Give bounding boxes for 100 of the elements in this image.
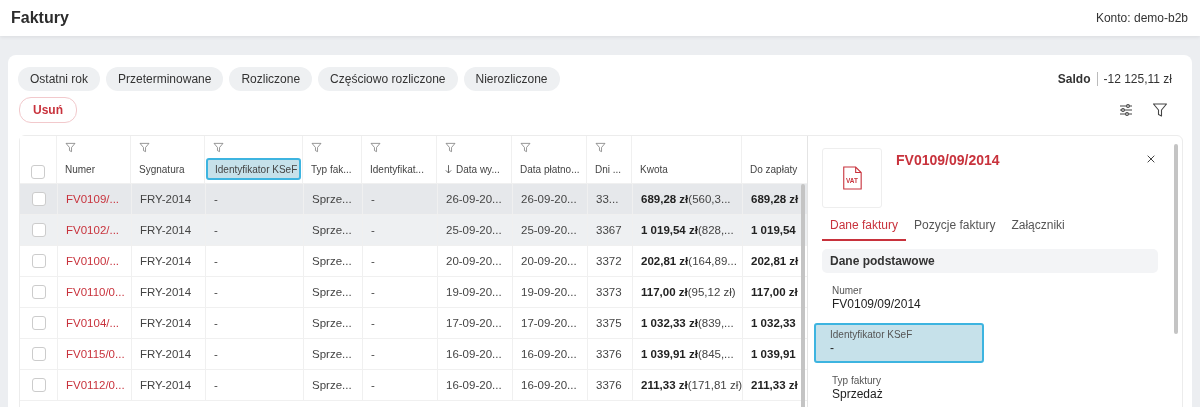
scrollbar[interactable] — [1174, 144, 1178, 334]
table-cell: - — [371, 224, 375, 236]
table-cell: 1 032,33 zł(839,... — [641, 317, 734, 329]
table-cell: 17-09-20... — [521, 317, 577, 329]
table-row[interactable]: FV0104/... FRY-2014 - Sprze... - 17-09-20... 17-09-20... 3375 1 032,33 zł(839,... 1 032,33 — [20, 308, 807, 339]
table-row[interactable]: FV0109/... FRY-2014 - Sprze... - 26-09-20... 26-09-20... 33... 689,28 zł(560,3... 689,28 zł — [20, 184, 807, 215]
table-cell[interactable]: FV0109/... — [66, 193, 120, 205]
table-cell: - — [371, 193, 375, 205]
table-cell: 1 019,54 — [751, 224, 796, 236]
table-cell: 3372 — [596, 255, 622, 267]
row-checkbox[interactable] — [31, 347, 46, 361]
table-cell: FRY-2014 — [140, 193, 192, 205]
table-cell: - — [214, 286, 218, 298]
table-cell: - — [371, 317, 375, 329]
table-cell: Sprze... — [312, 286, 352, 298]
table-cell: 25-09-20... — [521, 224, 577, 236]
filter-chip[interactable]: Częściowo rozliczone — [318, 67, 458, 91]
table-cell: Sprze... — [312, 379, 352, 391]
table-cell: Sprze... — [312, 255, 352, 267]
column-header[interactable]: Identyfikator KSeF — [206, 158, 301, 180]
column-header[interactable]: Dni ... — [587, 158, 631, 180]
settings-sliders-icon[interactable] — [1118, 102, 1134, 118]
table-cell: FRY-2014 — [140, 317, 192, 329]
table-cell: 1 019,54 zł(828,... — [641, 224, 734, 236]
table-cell: 211,33 zł — [751, 379, 798, 391]
sort-arrow-icon[interactable] — [445, 164, 452, 174]
tab[interactable]: Załączniki — [1003, 214, 1073, 241]
table-cell: - — [214, 348, 218, 360]
table-cell[interactable]: FV0110/0... — [66, 286, 125, 298]
table-cell: 3367 — [596, 224, 622, 236]
row-checkbox[interactable] — [31, 223, 46, 237]
table-cell: 26-09-20... — [521, 193, 577, 205]
table-cell: 16-09-20... — [446, 348, 502, 360]
table-cell: Sprze... — [312, 317, 352, 329]
table-cell: Sprze... — [312, 193, 352, 205]
tab[interactable]: Pozycje faktury — [906, 214, 1004, 241]
table-cell: 20-09-20... — [446, 255, 502, 267]
row-checkbox[interactable] — [31, 254, 46, 268]
table-cell: 33... — [596, 193, 619, 205]
balance-value: -12 125,11 zł — [1102, 72, 1172, 86]
page-title: Faktury — [11, 9, 69, 27]
table-cell: - — [371, 348, 375, 360]
table-cell: FRY-2014 — [140, 255, 192, 267]
table-cell: 26-09-20... — [446, 193, 502, 205]
filter-icon[interactable] — [1152, 102, 1168, 118]
account-label: Konto: demo-b2b — [1095, 11, 1188, 25]
table-cell: 3373 — [596, 286, 622, 298]
delete-button[interactable]: Usuń — [19, 97, 77, 123]
table-cell: - — [214, 255, 218, 267]
table-row[interactable]: FV0110/0... FRY-2014 - Sprze... - 19-09-20... 19-09-20... 3373 117,00 zł(95,12 zł) 117,00 zł — [20, 277, 807, 308]
column-header[interactable]: Do zapłaty — [742, 158, 807, 180]
table-cell: 202,81 zł(164,89... — [641, 255, 737, 267]
table-cell: - — [214, 224, 218, 236]
section-header: Dane podstawowe — [822, 249, 1158, 273]
column-header[interactable]: Data wy... — [437, 158, 511, 180]
column-header[interactable]: Numer — [57, 158, 130, 180]
table-cell[interactable]: FV0115/0... — [66, 348, 125, 360]
column-header[interactable]: Sygnatura — [131, 158, 204, 180]
filter-chip[interactable]: Rozliczone — [229, 67, 313, 91]
field-value: Sprzedaż — [832, 387, 884, 401]
table-cell: 3376 — [596, 348, 622, 360]
table-row[interactable]: FV0112/0... FRY-2014 - Sprze... - 16-09-20... 16-09-20... 3376 211,33 zł(171,81 zł) 211,33 zł — [20, 370, 807, 401]
table-cell: 25-09-20... — [446, 224, 502, 236]
table-cell: 16-09-20... — [521, 348, 577, 360]
table-cell: 211,33 zł(171,81 zł) — [641, 379, 742, 391]
table-cell: 1 039,91 — [751, 348, 796, 360]
table-cell: FRY-2014 — [140, 224, 192, 236]
close-icon[interactable] — [1146, 154, 1156, 164]
column-header[interactable]: Identyfikat... — [362, 158, 436, 180]
tab[interactable]: Dane faktury — [822, 214, 907, 241]
table-cell[interactable]: FV0102/... — [66, 224, 120, 236]
table-cell[interactable]: FV0100/... — [66, 255, 120, 267]
table-cell: - — [371, 255, 375, 267]
row-checkbox[interactable] — [31, 316, 46, 330]
table-cell: - — [371, 379, 375, 391]
row-checkbox[interactable] — [31, 285, 46, 299]
scrollbar[interactable] — [801, 184, 805, 407]
filter-chip[interactable]: Ostatni rok — [18, 67, 101, 91]
column-header[interactable]: Data płatno... — [512, 158, 586, 180]
select-all-checkbox[interactable] — [31, 165, 45, 179]
table-cell: FRY-2014 — [140, 348, 192, 360]
table-row[interactable]: FV0102/... FRY-2014 - Sprze... - 25-09-20... 25-09-20... 3367 1 019,54 zł(828,... 1 019,54 — [20, 215, 807, 246]
row-checkbox[interactable] — [31, 378, 46, 392]
table-row[interactable]: FV0100/... FRY-2014 - Sprze... - 20-09-20... 20-09-20... 3372 202,81 zł(164,89... 202,81 zł — [20, 246, 807, 277]
table-cell: Sprze... — [312, 224, 352, 236]
table-cell[interactable]: FV0112/0... — [66, 379, 125, 391]
table-cell: 117,00 zł — [751, 286, 798, 298]
column-header[interactable]: Kwota — [632, 158, 741, 180]
filter-chip[interactable]: Przeterminowane — [106, 67, 224, 91]
table-cell: 20-09-20... — [521, 255, 577, 267]
table-cell: 17-09-20... — [446, 317, 502, 329]
table-cell: 1 032,33 — [751, 317, 796, 329]
table-cell: 19-09-20... — [446, 286, 502, 298]
table-row[interactable]: FV0115/0... FRY-2014 - Sprze... - 16-09-20... 16-09-20... 3376 1 039,91 zł(845,... 1 039,91 — [20, 339, 807, 370]
row-checkbox[interactable] — [31, 192, 46, 206]
table-cell: 3375 — [596, 317, 622, 329]
table-cell: 117,00 zł(95,12 zł) — [641, 286, 736, 298]
filter-chip[interactable]: Nierozliczone — [463, 67, 560, 91]
table-cell[interactable]: FV0104/... — [66, 317, 120, 329]
column-header[interactable]: Typ fak... — [303, 158, 361, 180]
